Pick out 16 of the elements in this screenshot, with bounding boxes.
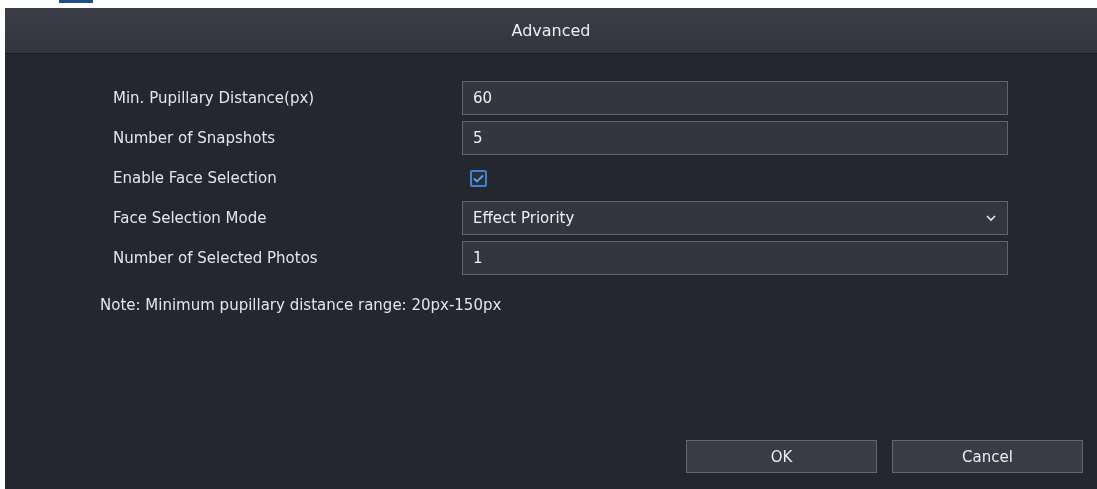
field-label: Face Selection Mode: [112, 209, 268, 227]
dialog-title: Advanced: [511, 21, 591, 40]
checkmark-icon: [473, 173, 484, 183]
field-label: Min. Pupillary Distance(px): [112, 89, 316, 107]
field-label: Enable Face Selection: [112, 169, 278, 187]
note-text: Note: Minimum pupillary distance range: 20px-150px: [100, 296, 503, 314]
input-field[interactable]: 1: [462, 241, 1008, 275]
ok-button[interactable]: OK: [686, 440, 877, 473]
field-label: Number of Selected Photos: [112, 249, 319, 267]
dropdown[interactable]: Effect Priority: [462, 201, 1008, 235]
checkbox[interactable]: [470, 169, 487, 187]
cancel-button[interactable]: Cancel: [892, 440, 1083, 473]
field-label: Number of Snapshots: [112, 129, 277, 147]
input-field[interactable]: 5: [462, 121, 1008, 155]
chevron-down-icon: [985, 214, 997, 222]
input-field[interactable]: 60: [462, 81, 1008, 115]
